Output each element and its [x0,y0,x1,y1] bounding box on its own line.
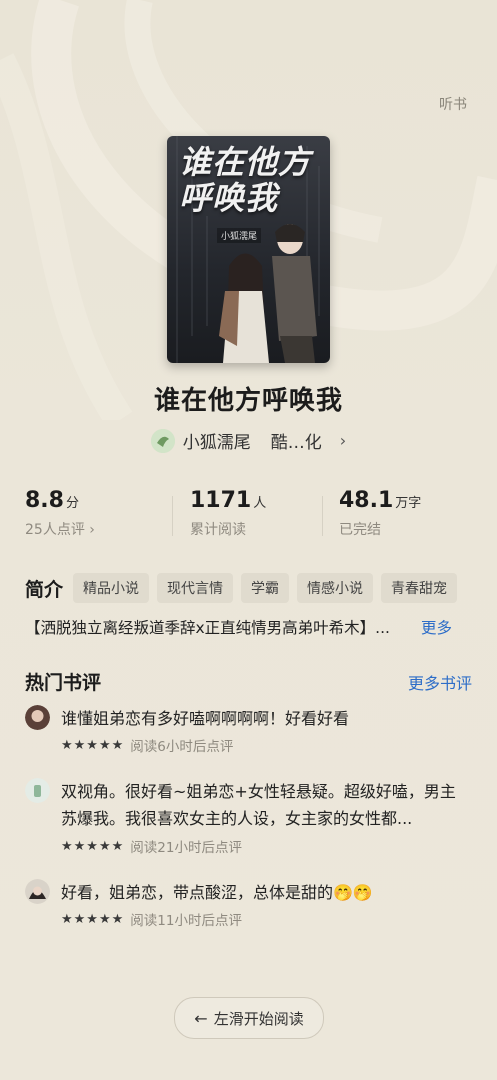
readers-label: 累计阅读 [190,522,246,538]
tag[interactable]: 学霸 [241,573,290,603]
review-time: 阅读21小时后点评 [130,840,242,856]
tag[interactable]: 精品小说 [73,573,150,603]
tag[interactable]: 青春甜宠 [381,573,458,603]
readers-value: 1171 [190,488,252,513]
intro-heading: 简介 [25,578,64,601]
rating-unit: 分 [65,496,79,511]
synopsis[interactable]: 【洒脱独立离经叛道季辞x正直纯情男高弟叶希木】... 更多 [25,616,475,638]
review-item[interactable]: 好看，姐弟恋，带点酸涩，总体是甜的🤭🤭 ★★★★★ 阅读11小时后点评 [25,879,475,931]
star-rating: ★★★★★ [61,838,125,854]
start-reading-label: 左滑开始阅读 [213,1009,304,1028]
words-stat: 48.1 万字 已完结 [339,488,421,539]
start-reading-button[interactable]: ← 左滑开始阅读 [174,997,324,1039]
review-time: 阅读11小时后点评 [130,913,242,929]
reviewer-avatar [25,705,50,730]
divider [172,496,173,536]
status-label: 已完结 [339,522,381,538]
tag[interactable]: 情感小说 [297,573,374,603]
review-text: 谁懂姐弟恋有多好嗑啊啊啊啊！好看好看 [61,709,350,728]
arrow-left-icon: ← [194,1008,208,1028]
review-meta: ★★★★★ 阅读11小时后点评 [61,909,242,930]
listen-button[interactable]: 听书 [439,94,467,114]
star-rating: ★★★★★ [61,737,125,753]
synopsis-more-link[interactable]: 更多 [421,616,452,638]
intro-row: 简介 精品小说 现代言情 学霸 情感小说 青春甜宠 [25,573,497,603]
cover-author: 小狐濡尾 [217,228,262,243]
book-title: 谁在他方呼唤我 [153,386,343,416]
reviewer-avatar [25,778,50,803]
reviewer-avatar [25,879,50,904]
review-meta: ★★★★★ 阅读6小时后点评 [61,735,234,756]
author-name[interactable]: 小狐濡尾 [183,428,251,453]
divider [322,496,323,536]
readers-unit: 人 [253,496,267,511]
author-avatar [150,428,175,453]
words-unit: 万字 [395,496,422,511]
star-rating: ★★★★★ [61,911,125,927]
rating-value: 8.8 [25,488,64,513]
hot-reviews-heading: 热门书评 [25,672,102,694]
stats-bar: 8.8 分 25人点评 › 1171 人 累计阅读 48.1 万字 已完结 [0,488,497,548]
book-cover[interactable]: 谁在他方呼唤我 小狐濡尾 [167,136,330,363]
more-reviews-link[interactable]: 更多书评 [408,670,472,694]
review-item[interactable]: 谁懂姐弟恋有多好嗑啊啊啊啊！好看好看 ★★★★★ 阅读6小时后点评 [25,705,475,757]
words-value: 48.1 [339,488,394,513]
tag[interactable]: 现代言情 [157,573,234,603]
review-text: 好看，姐弟恋，带点酸涩，总体是甜的🤭🤭 [61,883,373,902]
rating-stat[interactable]: 8.8 分 25人点评 › [25,488,95,539]
review-meta: ★★★★★ 阅读21小时后点评 [61,836,242,857]
chevron-right-icon: › [339,431,347,450]
author-row[interactable]: 小狐濡尾 酷…化 › [0,428,497,453]
review-text: 双视角。很好看~姐弟恋+女性轻悬疑。超级好嗑，男主苏爆我。我很喜欢女主的人设，女… [61,782,456,828]
rating-count-link[interactable]: 25人点评 › [25,519,95,539]
publisher-name[interactable]: 酷…化 [271,428,322,453]
review-item[interactable]: 双视角。很好看~姐弟恋+女性轻悬疑。超级好嗑，男主苏爆我。我很喜欢女主的人设，女… [25,778,475,858]
readers-stat: 1171 人 累计阅读 [190,488,266,539]
review-time: 阅读6小时后点评 [130,739,234,755]
synopsis-text: 【洒脱独立离经叛道季辞x正直纯情男高弟叶希木】... [25,619,390,637]
cover-title: 谁在他方呼唤我 [179,143,312,217]
